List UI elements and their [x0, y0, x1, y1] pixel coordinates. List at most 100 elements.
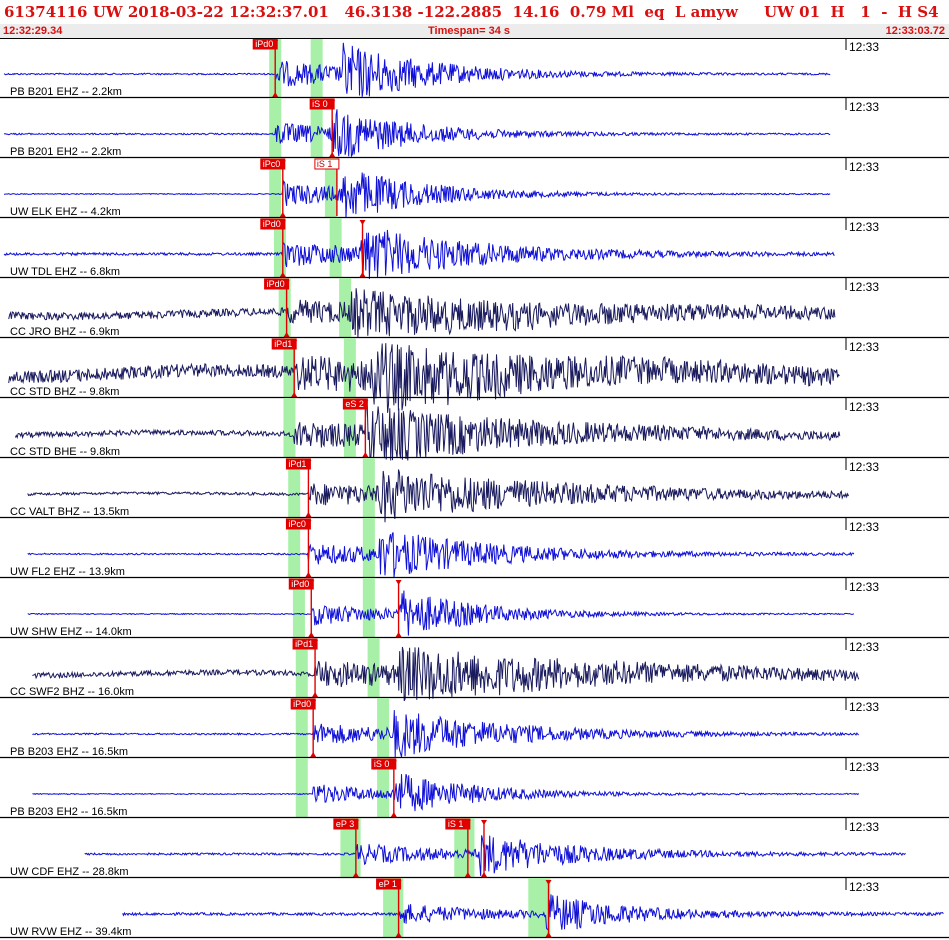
minute-label: 12:33 [849, 880, 879, 894]
pick-marker-bottom [310, 752, 317, 757]
trace-row[interactable]: iS 0 12:33 PB B201 EH2 -- 2.2km [0, 98, 949, 159]
event-summary-line: 61374116 UW 2018-03-22 12:32:37.01 46.31… [4, 3, 949, 21]
pick-marker-top [395, 580, 402, 585]
pick-label: iPd0 [255, 39, 273, 49]
start-time: 12:32:29.34 [3, 25, 63, 37]
pick-label: eS 2 [345, 399, 364, 409]
minute-label: 12:33 [849, 40, 879, 54]
pick-marker-bottom [362, 452, 369, 457]
phase-window [269, 98, 282, 158]
minute-label: 12:33 [849, 280, 879, 294]
pick-label: iS 0 [312, 99, 328, 109]
pick-marker-top [480, 820, 487, 825]
pick-label: eP 3 [336, 819, 354, 829]
trace-row[interactable]: iPd0 12:33 UW SHW EHZ -- 14.0km [0, 578, 949, 639]
phase-window [310, 38, 323, 98]
pick-marker-bottom [308, 632, 315, 637]
pick-label: iPc0 [288, 519, 306, 529]
timespan-bar: 12:32:29.34 Timespan= 34 s 12:33:03.72 [0, 24, 949, 38]
pick-label: iS 1 [448, 819, 464, 829]
minute-label: 12:33 [849, 760, 879, 774]
minute-label: 12:33 [849, 700, 879, 714]
waveform [8, 288, 836, 338]
waveform [4, 172, 831, 219]
station-label: UW RVW EHZ -- 39.4km [10, 926, 131, 938]
minute-label: 12:33 [849, 820, 879, 834]
waveform [84, 835, 906, 876]
waveform [27, 469, 849, 523]
pick-label: iPd0 [263, 219, 281, 229]
station-label: CC JRO BHZ -- 6.9km [10, 326, 119, 338]
pick-label: iPd1 [288, 459, 306, 469]
trace-row[interactable]: iPc0 iS 1 12:33 UW ELK EHZ -- 4.2km [0, 158, 949, 219]
phase-window [283, 398, 296, 458]
station-label: PB B203 EH2 -- 16.5km [10, 806, 127, 818]
minute-label: 12:33 [849, 580, 879, 594]
pick-label: iS 1 [317, 159, 333, 169]
trace-row[interactable]: eP 3 iS 1 12:33 UW CDF EHZ -- 28.8km [0, 818, 949, 879]
pick-label: iS 0 [374, 759, 390, 769]
trace-row[interactable]: iPd0 12:33 UW TDL EHZ -- 6.8km [0, 218, 949, 280]
minute-label: 12:33 [849, 640, 879, 654]
pick-marker-bottom [359, 272, 366, 277]
trace-row[interactable]: iS 0 12:33 PB B203 EH2 -- 16.5km [0, 758, 949, 819]
station-label: UW SHW EHZ -- 14.0km [10, 626, 132, 638]
phase-window [295, 758, 308, 818]
waveform [14, 403, 841, 461]
trace-row[interactable]: eP 1 12:33 UW RVW EHZ -- 39.4km [0, 878, 949, 939]
station-label: CC STD BHZ -- 9.8km [10, 386, 119, 398]
station-label: UW CDF EHZ -- 28.8km [10, 866, 129, 878]
pick-marker-bottom [329, 152, 336, 157]
phase-window [362, 518, 375, 578]
minute-label: 12:33 [849, 100, 879, 114]
trace-row[interactable]: iPd1 12:33 CC STD BHZ -- 9.8km [0, 338, 949, 413]
minute-label: 12:33 [849, 160, 879, 174]
minute-label: 12:33 [849, 460, 879, 474]
pick-label: iPd0 [291, 579, 309, 589]
station-label: UW FL2 EHZ -- 13.9km [10, 566, 125, 578]
trace-row[interactable]: eS 2 12:33 CC STD BHE -- 9.8km [0, 398, 949, 461]
seismogram-traces[interactable]: iPd0 12:33 PB B201 EHZ -- 2.2km iS 0 12:33 PB… [0, 38, 949, 940]
waveform [3, 42, 831, 97]
pick-marker-bottom [480, 872, 487, 877]
pick-label: iPc0 [263, 159, 281, 169]
waveform [32, 646, 860, 702]
trace-row[interactable]: iPd1 12:33 CC VALT BHZ -- 13.5km [0, 458, 949, 523]
pick-marker-bottom [305, 512, 312, 517]
trace-row[interactable]: iPd0 12:33 PB B201 EHZ -- 2.2km [0, 38, 949, 99]
station-label: CC STD BHE -- 9.8km [10, 446, 120, 458]
pick-marker-bottom [395, 632, 402, 637]
trace-row[interactable]: iPd1 12:33 CC SWF2 BHZ -- 16.0km [0, 638, 949, 702]
pick-label: iPd1 [274, 339, 292, 349]
seismogram-panel[interactable]: iPd0 12:33 PB B201 EHZ -- 2.2km iS 0 12:33 PB… [0, 38, 949, 940]
pick-marker-top [359, 220, 366, 225]
event-header: 61374116 UW 2018-03-22 12:32:37.01 46.31… [0, 0, 949, 38]
timespan-label: Timespan= 34 s [428, 25, 511, 37]
waveform [27, 532, 855, 578]
station-label: UW TDL EHZ -- 6.8km [10, 266, 120, 278]
station-label: CC SWF2 BHZ -- 16.0km [10, 686, 134, 698]
station-label: UW ELK EHZ -- 4.2km [10, 206, 121, 218]
minute-label: 12:33 [849, 220, 879, 234]
minute-label: 12:33 [849, 340, 879, 354]
trace-row[interactable]: iPd0 12:33 CC JRO BHZ -- 6.9km [0, 278, 949, 339]
phase-window [362, 578, 375, 638]
waveform [27, 590, 855, 636]
waveform [8, 343, 840, 413]
trace-row[interactable]: iPd0 12:33 PB B203 EHZ -- 16.5km [0, 698, 949, 759]
pick-marker-bottom [312, 692, 319, 697]
minute-label: 12:33 [849, 400, 879, 414]
waveform [3, 109, 831, 158]
minute-label: 12:33 [849, 520, 879, 534]
pick-label: iPd0 [267, 279, 285, 289]
pick-label: iPd1 [295, 639, 313, 649]
pick-label: iPd0 [293, 699, 311, 709]
waveform [32, 773, 860, 812]
trace-row[interactable]: iPc0 12:33 UW FL2 EHZ -- 13.9km [0, 518, 949, 579]
pick-marker-bottom [390, 812, 397, 817]
station-label: PB B201 EHZ -- 2.2km [10, 86, 122, 98]
waveform [3, 229, 835, 280]
end-time: 12:33:03.72 [885, 25, 945, 37]
pick-label: eP 1 [379, 879, 397, 889]
pick-marker-bottom [305, 572, 312, 577]
